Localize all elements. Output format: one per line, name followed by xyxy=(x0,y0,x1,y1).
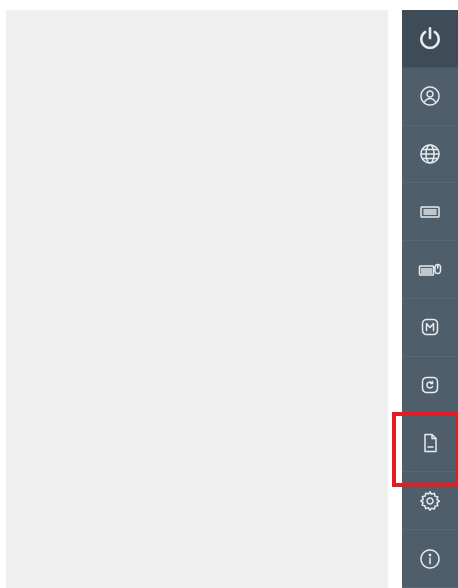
sidebar-item-document[interactable] xyxy=(402,415,458,473)
sidebar-item-globe[interactable] xyxy=(402,126,458,184)
sidebar-item-power[interactable] xyxy=(402,10,458,68)
sidebar-item-refresh[interactable] xyxy=(402,357,458,415)
refresh-document-icon xyxy=(416,371,444,399)
right-sidebar xyxy=(402,10,458,588)
power-icon xyxy=(416,24,444,52)
screen xyxy=(0,0,458,588)
keyboard-icon xyxy=(416,198,444,226)
sidebar-item-m[interactable] xyxy=(402,299,458,357)
sidebar-item-user[interactable] xyxy=(402,68,458,126)
sidebar-item-keyboard[interactable] xyxy=(402,183,458,242)
document-icon xyxy=(416,429,444,457)
globe-icon xyxy=(416,140,444,168)
m-badge-icon xyxy=(416,313,444,341)
gear-icon xyxy=(416,487,444,515)
info-icon xyxy=(416,545,444,573)
sidebar-item-keyboard-mouse[interactable] xyxy=(402,241,458,299)
content-panel xyxy=(6,10,388,588)
keyboard-mouse-icon xyxy=(416,256,444,284)
sidebar-item-info[interactable] xyxy=(402,530,458,588)
user-icon xyxy=(416,82,444,110)
sidebar-item-settings[interactable] xyxy=(402,472,458,531)
